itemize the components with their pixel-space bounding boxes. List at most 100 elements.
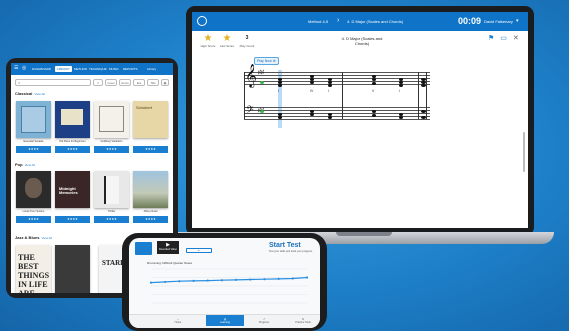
toolbar-icons: ⚑ ▭ ✕ (488, 34, 519, 42)
logo-icon[interactable] (197, 16, 207, 26)
info-panel (135, 242, 152, 255)
filter-title[interactable]: Title (147, 79, 159, 86)
final-barline (426, 72, 427, 119)
data-point (149, 281, 153, 284)
nav-music[interactable]: MUSIC (109, 67, 119, 71)
exercise-title: 4. D Major (Scales and Chords) (312, 36, 412, 46)
video-label: Recorded Video (159, 248, 177, 251)
chord-label: I (399, 89, 400, 93)
current-note (260, 110, 264, 113)
book-cover[interactable]: Schubert (133, 101, 168, 138)
book-cover[interactable] (94, 171, 129, 208)
last-score-label: Last Score (219, 44, 235, 48)
close-icon[interactable]: ✕ (513, 35, 519, 42)
tablet-nav: ☰ ◎ DASHBOARD LIBRARY METHOD TECHNIQUE M… (11, 63, 173, 75)
book-cover[interactable] (16, 171, 51, 208)
filter-era[interactable]: Era (133, 79, 145, 86)
chevron-down-icon[interactable]: ▾ (516, 18, 519, 24)
book-cover[interactable]: THE BEST THINGS IN LIFE ARE FREE (16, 245, 51, 293)
progress-line-chart (149, 268, 309, 304)
barline (342, 72, 343, 119)
section-pop: Pop View All (15, 162, 35, 167)
book-title: Essential Sonatas (23, 140, 44, 143)
data-point (220, 279, 224, 282)
nav-library[interactable]: LIBRARY (55, 66, 72, 72)
exercise-title-line2: Chords) (354, 41, 370, 46)
data-point (178, 280, 181, 283)
scrollbar[interactable] (523, 132, 525, 172)
high-score-label: High Score (200, 44, 216, 48)
rating-bar[interactable]: ★★★★ (133, 146, 168, 153)
tab-learning[interactable]: ▤ Learning (206, 315, 244, 326)
barline (244, 72, 245, 119)
key-signature-icon: ♯♯ (258, 70, 264, 76)
book-cover[interactable] (55, 101, 90, 138)
data-point (206, 279, 209, 282)
book-cover[interactable] (55, 245, 90, 293)
filter-genre[interactable]: Genre (119, 79, 131, 86)
book-cover[interactable] (94, 101, 129, 138)
rating-bar[interactable]: ★★★★ (94, 216, 129, 223)
monitor-icon[interactable]: ▭ (500, 35, 507, 42)
star-icon: ★ (222, 33, 232, 44)
book-cover[interactable]: Midnight Memories (55, 171, 90, 208)
book-cover-text: THE BEST THINGS IN LIFE ARE FREE (18, 253, 50, 293)
tab-home[interactable]: ⌂ Home (159, 318, 197, 324)
chord-label: V (372, 89, 375, 93)
rating-bar[interactable]: ★★★★ (16, 216, 51, 223)
treble-clef-icon: 𝄞 (245, 63, 257, 87)
book-title: Thriller (107, 210, 116, 213)
nav-library-menu[interactable]: Library (147, 67, 156, 71)
menu-icon[interactable]: ☰ (14, 65, 18, 71)
current-note (260, 81, 264, 84)
filter-icon[interactable]: ⛉ (93, 79, 103, 86)
rating-bar[interactable]: ★★★★ (55, 216, 90, 223)
search-input[interactable]: ⌕ (15, 79, 91, 86)
tab-practice-tools[interactable]: ⚙ Practice Tools (284, 318, 320, 324)
filter-level[interactable]: Level (105, 79, 117, 86)
section-jazz: Jazz & Blues View All (15, 235, 52, 240)
goal-pill[interactable]: ▸ (186, 248, 212, 253)
breadcrumb-method[interactable]: Method 4-5 (308, 19, 328, 24)
rating-bar[interactable]: ★★★★ (55, 146, 90, 153)
rating-bar[interactable]: ★★★★ (133, 216, 168, 223)
book-title: Goldberg Variations (100, 140, 123, 143)
nav-reports[interactable]: REPORTS (123, 67, 137, 71)
view-all-link[interactable]: View All (41, 236, 51, 240)
view-all-link[interactable]: View All (25, 163, 35, 167)
chord-label: I (328, 89, 329, 93)
chart-grid (151, 268, 307, 304)
play-now-button[interactable]: Play Now ⊕ (254, 57, 279, 65)
flag-icon[interactable]: ⚑ (488, 35, 494, 42)
rating-bar[interactable]: ★★★★ (16, 146, 51, 153)
grid-view-icon[interactable]: ▦ (161, 79, 169, 86)
nav-method[interactable]: METHOD (74, 67, 87, 71)
tab-progress[interactable]: ↗ Progress (245, 318, 283, 324)
book-cover[interactable] (16, 101, 51, 138)
breadcrumb-exercise[interactable]: 4. D Major (Scales and Chords) (347, 19, 403, 24)
book-cover[interactable] (133, 171, 168, 208)
section-title: Pop (15, 162, 23, 167)
book-title: Lorde Pure Heroine (22, 210, 45, 213)
book-title: Abbey Road (143, 210, 158, 213)
start-test-button[interactable]: Start Test (269, 242, 301, 249)
recorded-video-thumb[interactable]: ▶ Recorded Video (157, 241, 179, 254)
view-all-link[interactable]: View All (34, 92, 44, 96)
chord-label: I (278, 89, 279, 93)
search-icon: ⌕ (18, 80, 21, 85)
section-title: Classical (15, 91, 33, 96)
nav-dashboard[interactable]: DASHBOARD (32, 67, 51, 71)
section-classical: Classical View All (15, 91, 45, 96)
bottom-tab-bar: ⌂ Home ▤ Learning ↗ Progress ⚙ Practice Tool… (129, 314, 320, 328)
phone-screen: ▶ Recorded Video ▸ Start Test Test your … (129, 238, 320, 328)
data-point (249, 278, 252, 281)
rating-bar[interactable]: ★★★★ (94, 146, 129, 153)
timer: 00:09 (458, 16, 482, 26)
data-point (291, 277, 294, 280)
play-count-label: Play Count (239, 44, 255, 48)
logo-icon[interactable]: ◎ (22, 65, 26, 71)
user-name[interactable]: David Falkenary (484, 19, 513, 24)
data-point (164, 280, 167, 284)
nav-technique[interactable]: TECHNIQUE (89, 67, 107, 71)
laptop-notch (336, 232, 392, 236)
